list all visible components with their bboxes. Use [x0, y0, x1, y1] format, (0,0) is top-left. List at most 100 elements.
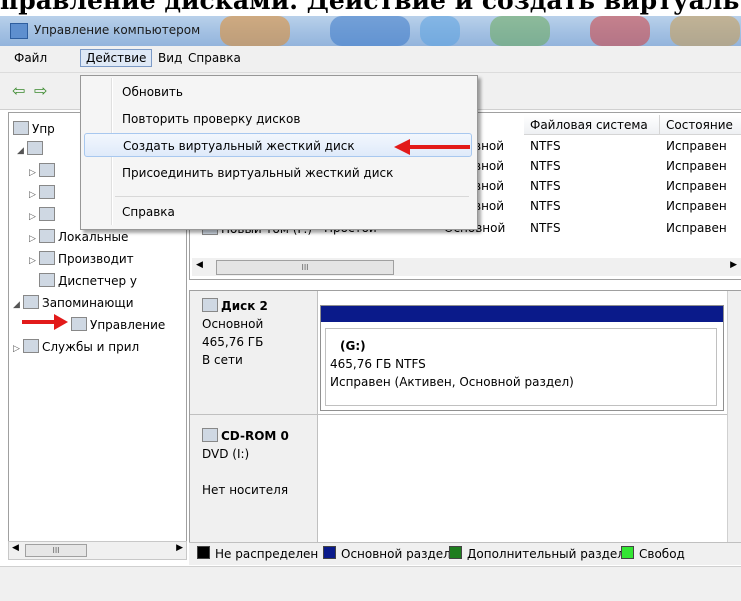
- expand-triangle-icon[interactable]: ◢: [13, 300, 23, 310]
- storage-icon: [23, 295, 39, 309]
- row-type: вной: [474, 199, 505, 213]
- disk-graphical-view: Диск 2 Основной 465,76 ГБ В сети (G:) 46…: [189, 290, 741, 548]
- cdrom-name: CD-ROM 0: [202, 427, 317, 445]
- cdrom-kind: DVD (I:): [202, 447, 250, 461]
- window-titlebar[interactable]: Управление компьютером: [0, 16, 741, 46]
- collapse-triangle-icon[interactable]: ▷: [29, 234, 39, 244]
- menu-item-help[interactable]: Справка: [84, 200, 472, 224]
- status-bar: [0, 566, 741, 601]
- tree-item-device-manager[interactable]: Диспетчер у: [39, 273, 137, 288]
- collapse-triangle-icon[interactable]: ▷: [29, 212, 39, 222]
- scroll-thumb[interactable]: III: [216, 260, 394, 275]
- collapse-triangle-icon[interactable]: ▷: [13, 344, 23, 354]
- tree-item-tools[interactable]: ◢: [17, 141, 46, 156]
- scroll-left-icon[interactable]: ◀: [196, 260, 203, 270]
- computer-management-icon: [10, 23, 28, 39]
- expand-triangle-icon[interactable]: ◢: [17, 146, 27, 156]
- menu-bar: Файл Действие Вид Справка: [0, 46, 741, 73]
- menu-view[interactable]: Вид: [158, 51, 182, 65]
- tree-item-shares[interactable]: ▷: [29, 207, 58, 222]
- performance-icon: [39, 251, 55, 265]
- tree-item-disk-management[interactable]: Управление: [71, 317, 165, 332]
- disk-vertical-scrollbar[interactable]: [727, 291, 741, 547]
- taskbar-glow: [220, 16, 290, 46]
- taskbar-glow: [330, 16, 410, 46]
- tree-item-scheduler[interactable]: ▷: [29, 163, 58, 178]
- menu-help[interactable]: Справка: [188, 51, 241, 65]
- row-fs: NTFS: [530, 221, 561, 235]
- tree-item-root[interactable]: Упр: [13, 121, 55, 136]
- disk-2-label[interactable]: Диск 2 Основной 465,76 ГБ В сети: [190, 291, 318, 414]
- row-status: Исправен: [666, 199, 727, 213]
- taskbar-glow: [490, 16, 550, 46]
- tree-horizontal-scrollbar[interactable]: ◀ III ▶: [8, 541, 187, 560]
- clock-icon: [39, 163, 55, 177]
- row-type: вной: [474, 179, 505, 193]
- legend-unallocated: Не распределен: [197, 546, 318, 561]
- tree-item-services[interactable]: ▷ Службы и прил: [13, 339, 139, 354]
- partition-g[interactable]: (G:) 465,76 ГБ NTFS Исправен (Активен, О…: [320, 305, 724, 411]
- cdrom-icon: [202, 428, 218, 442]
- scroll-thumb[interactable]: III: [25, 544, 87, 557]
- row-type: вной: [474, 139, 505, 153]
- menu-item-rescan-disks[interactable]: Повторить проверку дисков: [84, 107, 472, 131]
- back-arrow-icon[interactable]: ⇦: [12, 81, 25, 100]
- users-icon: [39, 229, 55, 243]
- menu-file[interactable]: Файл: [14, 51, 47, 65]
- row-status: Исправен: [666, 179, 727, 193]
- scroll-left-icon[interactable]: ◀: [12, 543, 19, 553]
- cdrom-state: Нет носителя: [202, 483, 289, 497]
- collapse-triangle-icon[interactable]: ▷: [29, 168, 39, 178]
- taskbar-glow: [420, 16, 460, 46]
- legend-primary: Основной раздел: [323, 546, 451, 561]
- menu-separator: [115, 196, 469, 197]
- scroll-right-icon[interactable]: ▶: [176, 543, 183, 553]
- disk-name: Диск 2: [202, 297, 317, 315]
- partition-details: (G:) 465,76 ГБ NTFS Исправен (Активен, О…: [325, 328, 717, 406]
- legend-extended: Дополнительный раздел: [449, 546, 625, 561]
- row-fs: NTFS: [530, 179, 561, 193]
- taskbar-glow: [670, 16, 740, 46]
- tree-item-events[interactable]: ▷: [29, 185, 58, 200]
- column-header-status[interactable]: Состояние: [660, 115, 741, 135]
- row-fs: NTFS: [530, 199, 561, 213]
- disk-size: 465,76 ГБ: [202, 335, 264, 349]
- extended-swatch: [449, 546, 462, 559]
- primary-partition-bar: [321, 306, 723, 322]
- partition-label: (G:): [340, 339, 366, 353]
- collapse-triangle-icon[interactable]: ▷: [29, 256, 39, 266]
- row-type: вной: [474, 159, 505, 173]
- tree-item-performance[interactable]: ▷ Производит: [29, 251, 134, 266]
- red-pointer-arrow: [394, 139, 470, 155]
- device-manager-icon: [39, 273, 55, 287]
- collapse-triangle-icon[interactable]: ▷: [29, 190, 39, 200]
- menu-item-refresh[interactable]: Обновить: [84, 80, 472, 104]
- disk-icon: [202, 298, 218, 312]
- row-status: Исправен: [666, 159, 727, 173]
- cdrom-label[interactable]: CD-ROM 0 DVD (I:) Нет носителя: [190, 415, 318, 547]
- services-icon: [23, 339, 39, 353]
- row-fs: NTFS: [530, 139, 561, 153]
- tree-item-storage[interactable]: ◢ Запоминающи: [13, 295, 134, 310]
- shared-folder-icon: [39, 207, 55, 221]
- disk-state: В сети: [202, 353, 243, 367]
- row-status: Исправен: [666, 221, 727, 235]
- red-pointer-arrow: [22, 314, 68, 330]
- computer-icon: [13, 121, 29, 135]
- disk-kind: Основной: [202, 317, 264, 331]
- scroll-right-icon[interactable]: ▶: [730, 260, 737, 270]
- primary-swatch: [323, 546, 336, 559]
- disk-management-icon: [71, 317, 87, 331]
- unallocated-swatch: [197, 546, 210, 559]
- menu-action[interactable]: Действие: [80, 49, 153, 67]
- tree-item-local-users[interactable]: ▷ Локальные: [29, 229, 128, 244]
- caption-text: правление дисками. Действие и создать ви…: [0, 0, 740, 15]
- column-header-filesystem[interactable]: Файловая система: [524, 115, 660, 135]
- row-fs: NTFS: [530, 159, 561, 173]
- tools-icon: [27, 141, 43, 155]
- legend-bar: Не распределен Основной раздел Дополните…: [189, 542, 741, 565]
- free-swatch: [621, 546, 634, 559]
- menu-item-attach-vhd[interactable]: Присоединить виртуальный жесткий диск: [84, 161, 472, 185]
- forward-arrow-icon[interactable]: ⇨: [34, 81, 47, 100]
- volume-horizontal-scrollbar[interactable]: ◀ III ▶: [192, 258, 741, 276]
